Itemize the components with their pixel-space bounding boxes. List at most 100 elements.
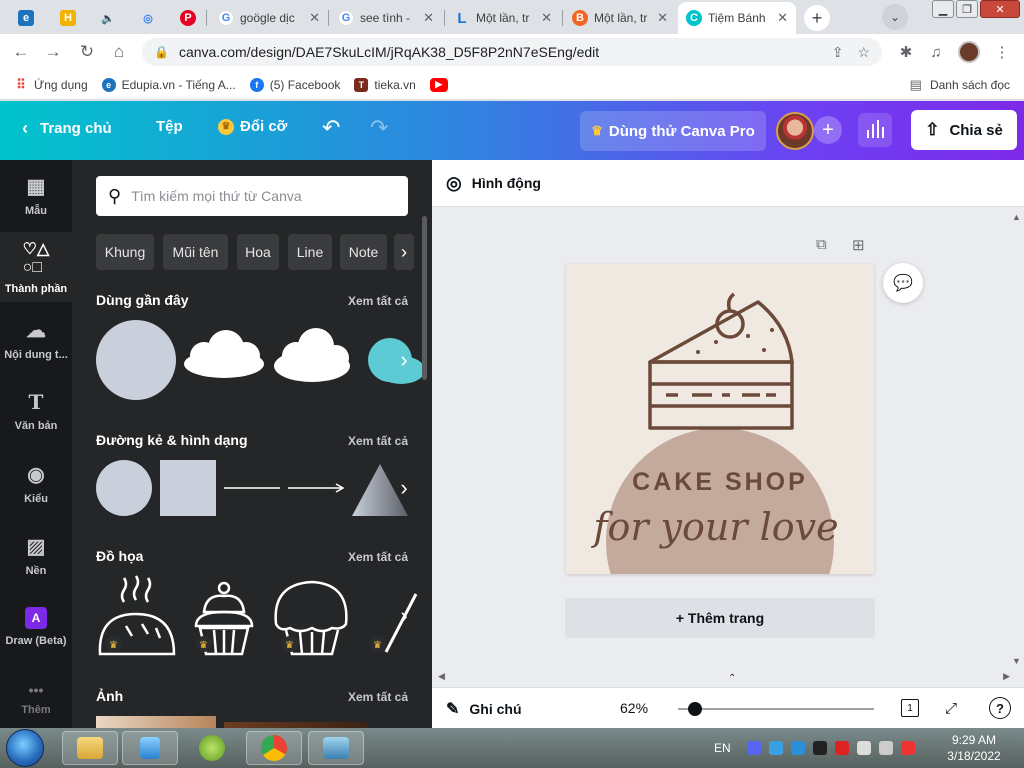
profile-avatar[interactable] xyxy=(958,41,980,63)
discord-icon[interactable] xyxy=(746,741,761,755)
chevron-right-icon[interactable]: › xyxy=(392,342,416,378)
add-comment-icon[interactable]: 💬 xyxy=(883,263,923,303)
close-tab-icon[interactable]: ✕ xyxy=(309,10,320,26)
fullscreen-icon[interactable]: ⤢ xyxy=(940,697,962,719)
bookmark-apps[interactable]: ⠿ Ứng dụng xyxy=(14,77,87,92)
design-page[interactable]: CAKE SHOP for your love xyxy=(566,264,874,574)
see-all-shapes-link[interactable]: Xem tất cả xyxy=(348,434,408,448)
insights-icon[interactable] xyxy=(858,113,892,147)
reload-icon[interactable]: ↻ xyxy=(76,41,98,63)
redo-icon[interactable]: ↷ xyxy=(370,115,388,141)
rail-item-uploads[interactable]: ☁ Nội dung t... xyxy=(0,304,72,374)
browser-tab[interactable]: H xyxy=(52,4,86,32)
user-avatar[interactable] xyxy=(776,112,814,150)
close-tab-icon[interactable]: ✕ xyxy=(657,10,668,26)
chip-line[interactable]: Line xyxy=(288,234,332,270)
animate-button[interactable]: Hình động xyxy=(472,175,541,191)
chevron-right-icon[interactable]: › xyxy=(394,234,414,270)
language-indicator[interactable]: EN xyxy=(714,741,731,755)
recent-cloud-shape[interactable] xyxy=(184,330,264,378)
tray-app-icon[interactable] xyxy=(768,741,783,755)
help-icon[interactable]: ? xyxy=(989,697,1011,719)
add-page-icon[interactable]: ⊞ xyxy=(852,236,865,254)
browser-tab-active[interactable]: C Tiệm Bánh ✕ xyxy=(678,2,796,34)
back-icon[interactable]: ← xyxy=(10,41,32,63)
rail-item-elements[interactable]: ♡△ ○□ Thành phần xyxy=(0,232,72,302)
clock[interactable]: 9:29 AM 3/18/2022 xyxy=(940,732,1008,764)
home-icon[interactable]: ⌂ xyxy=(108,41,130,63)
tab-search-icon[interactable]: ⌄ xyxy=(882,4,908,30)
panel-scrollbar[interactable] xyxy=(422,216,427,380)
rail-item-background[interactable]: ▨ Nền xyxy=(0,520,72,590)
bookmark-tieka[interactable]: Ttieka.vn xyxy=(354,77,416,92)
bookmark-star-icon[interactable]: ☆ xyxy=(857,44,870,61)
browser-tab[interactable]: B Một lần, tr ✕ xyxy=(564,4,676,32)
add-collaborator-button[interactable]: + xyxy=(814,116,842,144)
chip-frames[interactable]: Khung xyxy=(96,234,154,270)
file-menu-button[interactable]: Tệp xyxy=(156,118,183,135)
undo-icon[interactable]: ↶ xyxy=(322,115,340,141)
browser-tab[interactable]: e xyxy=(10,4,44,32)
new-tab-button[interactable]: + xyxy=(804,5,830,31)
browser-tab[interactable]: Ggoögle dịc ✕ xyxy=(210,4,328,32)
photo-viewer-taskbar-button[interactable] xyxy=(308,731,364,765)
close-tab-icon[interactable]: ✕ xyxy=(541,10,552,26)
page-count-button[interactable]: 1 xyxy=(899,697,921,719)
zoom-level[interactable]: 62% xyxy=(620,700,648,716)
rail-item-text[interactable]: T Văn bản xyxy=(0,376,72,446)
tray-tool-icon[interactable] xyxy=(812,741,827,755)
network-icon[interactable] xyxy=(856,741,871,755)
restore-icon[interactable]: ❐ xyxy=(956,0,978,18)
browser-tab[interactable]: 🔈 xyxy=(92,4,126,32)
horizontal-scrollbar[interactable]: ◀ ▶ xyxy=(432,671,1012,685)
chevron-right-icon[interactable]: › xyxy=(392,470,416,506)
notes-button[interactable]: ✎ Ghi chú xyxy=(446,699,522,719)
home-button[interactable]: ‹ Trang chủ xyxy=(22,118,112,139)
browser-tab[interactable]: P xyxy=(172,4,206,32)
expand-pages-icon[interactable]: ⌃ xyxy=(728,673,736,684)
scroll-left-icon[interactable]: ◀ xyxy=(438,671,445,682)
chrome-taskbar-button[interactable] xyxy=(246,731,302,765)
chip-note[interactable]: Note xyxy=(340,234,387,270)
square-shape[interactable] xyxy=(160,460,216,516)
start-button[interactable] xyxy=(6,729,44,767)
browser-tab[interactable]: L Một lần, tr ✕ xyxy=(446,4,560,32)
duplicate-page-icon[interactable]: ⧉ xyxy=(816,236,827,253)
bookmark-youtube[interactable]: ▶ xyxy=(429,77,454,92)
close-tab-icon[interactable]: ✕ xyxy=(777,10,788,26)
browser-tab[interactable]: ◎ xyxy=(132,4,166,32)
rail-item-more[interactable]: ••• Thêm xyxy=(0,664,72,734)
app-taskbar-button[interactable] xyxy=(184,731,240,765)
forward-icon[interactable]: → xyxy=(42,41,64,63)
scroll-down-icon[interactable]: ▼ xyxy=(1012,656,1021,666)
close-window-icon[interactable]: ✕ xyxy=(980,0,1020,18)
try-pro-button[interactable]: ♛ Dùng thử Canva Pro xyxy=(580,111,766,151)
minimize-icon[interactable]: ▁ xyxy=(932,0,954,18)
search-input[interactable]: ⚲ Tìm kiếm mọi thứ từ Canva xyxy=(96,176,408,216)
scroll-right-icon[interactable]: ▶ xyxy=(1003,671,1010,682)
zoom-slider[interactable] xyxy=(678,708,874,710)
menu-icon[interactable]: ⋮ xyxy=(992,42,1012,62)
bookmark-edupia[interactable]: e Edupia.vn - Tiếng A... xyxy=(101,77,236,92)
arrow-line-shape[interactable] xyxy=(288,483,345,493)
explorer-taskbar-button[interactable] xyxy=(62,731,118,765)
see-all-photos-link[interactable]: Xem tất cả xyxy=(348,690,408,704)
close-tab-icon[interactable]: ✕ xyxy=(423,10,434,26)
media-control-icon[interactable]: ♫ xyxy=(926,42,946,62)
scroll-up-icon[interactable]: ▲ xyxy=(1012,212,1021,222)
address-bar[interactable]: 🔒 canva.com/design/DAE7SkuLcIM/jRqAK38_D… xyxy=(142,38,882,66)
rail-item-templates[interactable]: ▦ Mẫu xyxy=(0,160,72,230)
bookmark-facebook[interactable]: f (5) Facebook xyxy=(249,77,340,92)
see-all-recent-link[interactable]: Xem tất cả xyxy=(348,294,408,308)
action-center-icon[interactable] xyxy=(900,741,915,755)
photo-thumbnail[interactable] xyxy=(96,716,216,728)
rail-item-styles[interactable]: ◉ Kiểu xyxy=(0,448,72,518)
see-all-graphics-link[interactable]: Xem tất cả xyxy=(348,550,408,564)
antivirus-icon[interactable] xyxy=(834,741,849,755)
zoom-slider-handle[interactable] xyxy=(688,702,702,716)
browser-tab[interactable]: Gsee tình - ✕ xyxy=(330,4,442,32)
chip-flowers[interactable]: Hoa xyxy=(237,234,279,270)
share-page-icon[interactable]: ⇪ xyxy=(832,44,844,61)
lock-icon[interactable]: 🔒 xyxy=(154,45,169,59)
recent-circle-shape[interactable] xyxy=(96,320,176,400)
